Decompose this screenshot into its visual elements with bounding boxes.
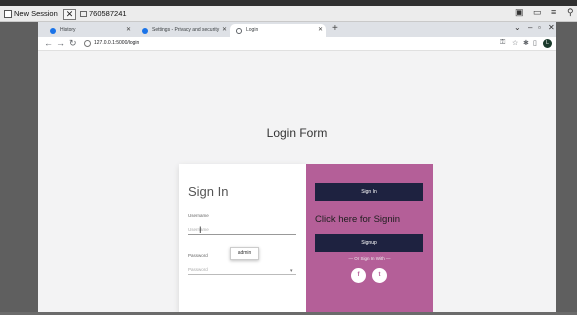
sidepanel-icon[interactable]: ▯	[533, 39, 537, 47]
tab-history[interactable]: History ✕	[44, 24, 134, 37]
facebook-icon[interactable]: f	[351, 268, 366, 283]
tab-label: Settings - Privacy and security	[152, 27, 220, 33]
or-sign-in-with: — Or Sign In With —	[348, 256, 391, 261]
session-name: New Session	[14, 9, 58, 18]
close-icon[interactable]: ✕	[126, 24, 131, 37]
info-icon[interactable]	[84, 40, 91, 47]
screen-icon[interactable]: ▣	[515, 7, 524, 18]
signin-prompt: Click here for Signin	[315, 214, 401, 225]
browser-toolbar: ← → ↻ 127.0.0.1:5000/login ⚿ ☆ ✱ ▯ L	[38, 37, 556, 51]
history-icon	[50, 28, 56, 34]
session-id: 760587241	[89, 9, 127, 18]
signup-button[interactable]: Signup	[315, 234, 423, 252]
browser-window: History ✕ Settings - Privacy and securit…	[38, 22, 556, 313]
chevron-down-icon[interactable]: ⌄	[514, 23, 521, 32]
text-cursor-icon: I	[199, 225, 202, 235]
close-icon[interactable]: ✕	[222, 24, 227, 37]
tab-label: Login	[246, 27, 259, 33]
twitter-icon[interactable]: t	[372, 268, 387, 283]
settings-icon	[142, 28, 148, 34]
address-bar[interactable]: 127.0.0.1:5000/login	[94, 40, 139, 46]
star-icon[interactable]: ☆	[512, 39, 518, 47]
minimize-icon[interactable]: –	[528, 23, 532, 32]
pin-icon[interactable]: ⚲	[567, 7, 574, 18]
extensions-icon[interactable]: ✱	[523, 39, 529, 47]
menu-icon[interactable]: ≡	[551, 7, 556, 17]
sign-in-heading: Sign In	[188, 184, 229, 199]
globe-icon	[236, 28, 242, 34]
new-tab-button[interactable]: +	[332, 23, 338, 34]
left-margin	[0, 22, 38, 315]
window-icon[interactable]: ▭	[533, 7, 542, 18]
tab-label: History	[60, 27, 76, 33]
top-strip	[0, 0, 577, 6]
username-input[interactable]: Username	[188, 225, 296, 235]
sign-in-button[interactable]: Sign In	[315, 183, 423, 201]
close-window-icon[interactable]: ✕	[548, 23, 555, 32]
profile-avatar[interactable]: L	[543, 39, 552, 48]
page-content: Login Form Sign In Username Username I P…	[38, 51, 556, 313]
page-title: Login Form	[266, 126, 328, 140]
dropdown-arrow-icon[interactable]: ▾	[290, 268, 293, 274]
tab-settings[interactable]: Settings - Privacy and security ✕	[136, 24, 228, 37]
session-close-button[interactable]: ✕	[63, 9, 76, 20]
monitor-icon	[80, 11, 87, 17]
remote-session-bar: New Session ✕ 760587241 ▣ ▭ ≡ ⚲	[0, 0, 577, 22]
signin-panel: Sign In Click here for Signin Signup — O…	[306, 164, 433, 313]
password-label: Password	[188, 253, 208, 258]
sign-in-form: Sign In Username Username I Password adm…	[179, 164, 306, 313]
username-label: Username	[188, 213, 209, 218]
tab-login[interactable]: Login ✕	[230, 24, 326, 37]
restore-icon[interactable]: ▫	[538, 23, 541, 32]
tab-strip: History ✕ Settings - Privacy and securit…	[38, 22, 556, 37]
back-icon[interactable]: ←	[44, 38, 53, 48]
key-icon[interactable]: ⚿	[500, 39, 505, 47]
session-icon	[4, 10, 12, 18]
right-margin	[556, 22, 577, 315]
forward-icon[interactable]: →	[56, 38, 65, 48]
autofill-suggestion[interactable]: admin	[230, 247, 259, 260]
password-input[interactable]: Password	[188, 265, 296, 275]
reload-icon[interactable]: ↻	[69, 38, 77, 49]
close-icon[interactable]: ✕	[318, 24, 323, 37]
